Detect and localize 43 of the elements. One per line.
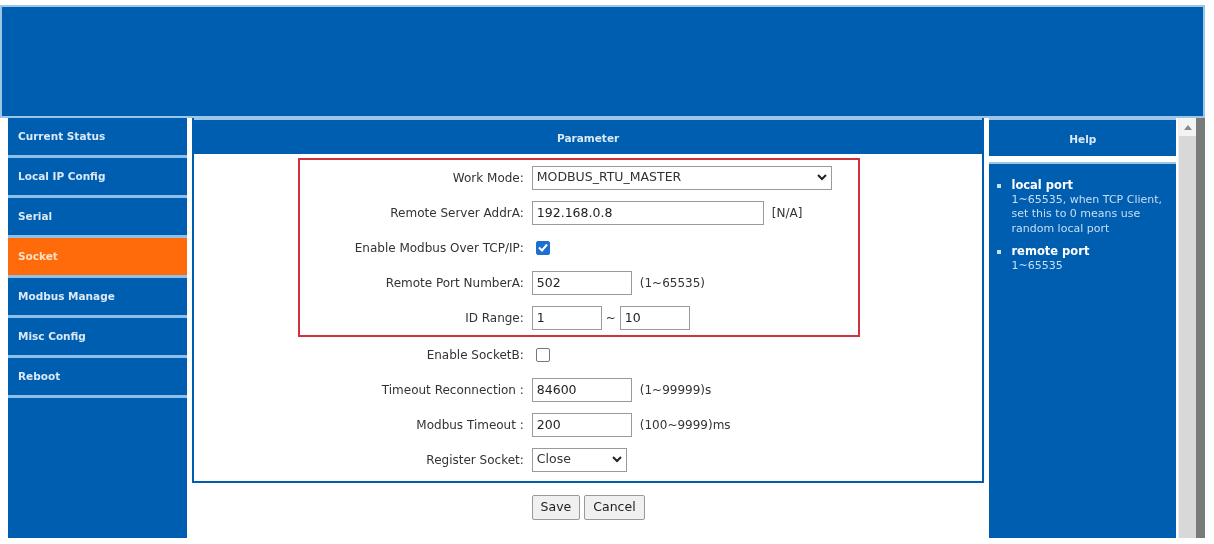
field-label: Register Socket: xyxy=(425,451,525,469)
field-label: Remote Port NumberA: xyxy=(384,274,525,292)
form-button[interactable]: Save xyxy=(531,495,581,520)
bullet-icon xyxy=(997,249,1002,254)
sidebar-item[interactable]: Modbus Manage xyxy=(8,278,187,318)
field-label: Modbus Timeout : xyxy=(415,416,525,434)
bullet-icon xyxy=(997,184,1002,188)
field-label: ID Range: xyxy=(464,309,525,327)
caret-icon xyxy=(816,174,827,181)
field-label: Remote Server AddrA: xyxy=(389,204,525,222)
field-hint: (1~65535) xyxy=(639,274,706,292)
checkbox[interactable] xyxy=(535,347,550,362)
field-label: Enable SocketB: xyxy=(425,346,525,364)
input-field[interactable]: 502 xyxy=(531,270,632,295)
field-label: Enable Modbus Over TCP/IP: xyxy=(353,239,525,257)
help-title: Help xyxy=(989,118,1177,156)
field-hint: (1~99999)s xyxy=(639,381,712,399)
dropdown[interactable]: MODBUS_RTU_MASTER xyxy=(531,165,832,190)
range-separator: ~ xyxy=(605,309,616,327)
scroll-up-icon[interactable] xyxy=(1183,124,1192,130)
help-text: 1~65535 xyxy=(1011,258,1064,274)
scrollbar[interactable] xyxy=(1178,118,1197,538)
caret-icon xyxy=(611,456,622,463)
input-field[interactable]: 1 xyxy=(531,305,602,330)
field-label: Work Mode: xyxy=(451,169,525,187)
sidebar-item[interactable]: Local IP Config xyxy=(8,158,187,198)
input-field[interactable]: 84600 xyxy=(531,377,632,402)
sidebar-item[interactable]: Current Status xyxy=(8,118,187,158)
sidebar-item[interactable]: Reboot xyxy=(8,358,187,398)
input-field[interactable]: 10 xyxy=(619,305,690,330)
field-hint: (100~9999)ms xyxy=(639,416,731,434)
input-field[interactable]: 192.168.0.8 xyxy=(531,200,764,225)
field-label: Timeout Reconnection : xyxy=(380,381,525,399)
help-text: 1~65535, when TCP Client, set this to 0 means use random local port xyxy=(1011,192,1164,236)
panel-title: Parameter xyxy=(193,118,983,154)
help-term: local port xyxy=(1011,178,1075,193)
field-hint: [N/A] xyxy=(771,204,803,222)
help-term: remote port xyxy=(1011,243,1090,259)
checkbox[interactable] xyxy=(535,240,550,255)
dropdown[interactable]: Close xyxy=(531,447,627,472)
form-button[interactable]: Cancel xyxy=(584,495,645,520)
input-field[interactable]: 200 xyxy=(531,412,632,437)
sidebar-item[interactable]: Misc Config xyxy=(8,318,187,358)
